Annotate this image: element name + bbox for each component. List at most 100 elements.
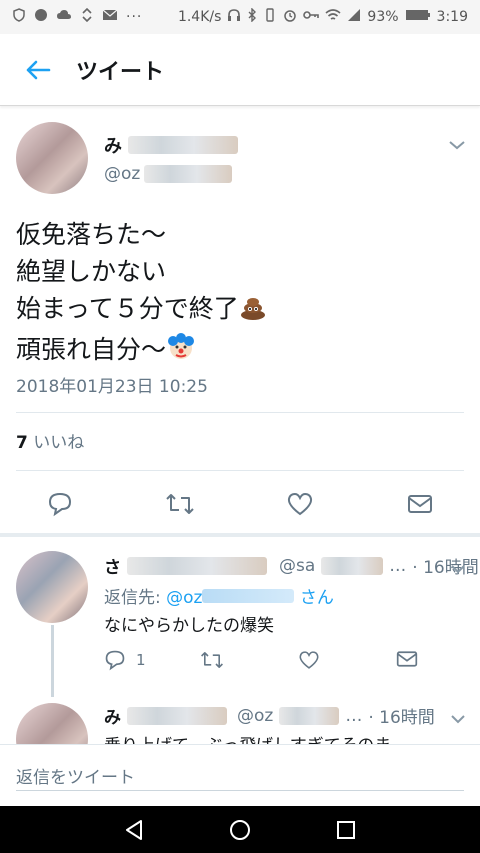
thread-line <box>51 625 54 697</box>
mail-icon <box>102 8 118 26</box>
reply-count: 1 <box>136 651 146 669</box>
retweet-icon <box>166 494 194 514</box>
reply-menu-button[interactable] <box>450 559 466 578</box>
author-handle: @oz <box>104 164 141 184</box>
chevron-down-icon <box>451 715 465 724</box>
redacted-name <box>127 556 267 575</box>
avatar[interactable] <box>16 551 88 623</box>
tweet-menu-button[interactable] <box>448 136 466 155</box>
divider <box>16 470 464 471</box>
cloud-icon <box>56 8 72 26</box>
key-icon <box>303 8 320 26</box>
reply-time: · 16時間 <box>412 558 479 578</box>
messenger-icon <box>34 8 48 26</box>
avatar[interactable] <box>16 122 88 194</box>
chevron-down-icon <box>449 141 465 150</box>
reply-to-suffix: さん <box>299 588 334 608</box>
tweet-line-4: 頑張れ自分〜 <box>16 335 167 364</box>
reply-button[interactable]: 1 <box>104 649 146 671</box>
author-handle-row: @oz <box>104 164 233 184</box>
tweet-timestamp: 2018年01月23日 10:25 <box>16 377 208 397</box>
clown-emoji-icon <box>166 332 196 372</box>
retweet-button[interactable] <box>160 484 200 524</box>
reply-author-handle: @oz <box>237 705 274 726</box>
reply-time: · 16時間 <box>368 708 435 728</box>
nav-home-button[interactable] <box>220 814 260 846</box>
nav-recents-button[interactable] <box>326 814 366 846</box>
circle-home-icon <box>230 820 250 840</box>
vibrate-icon <box>263 8 277 26</box>
battery-icon <box>405 8 431 26</box>
envelope-icon <box>408 495 432 513</box>
wifi-icon <box>325 8 341 26</box>
back-button[interactable] <box>0 34 76 106</box>
reply-header: さ @sa … · 16時間 <box>104 553 479 579</box>
square-recents-icon <box>337 821 355 839</box>
reply-to-label: 返信先: <box>104 588 161 608</box>
headphones-icon <box>227 8 241 26</box>
reply-input[interactable]: 返信をツイート <box>16 761 464 791</box>
status-bar: ··· 1.4K/s 93% 3:19 <box>0 0 480 34</box>
reply-menu-button[interactable] <box>450 709 466 728</box>
shield-icon <box>12 8 26 26</box>
redacted-name <box>127 706 227 725</box>
reply-icon <box>105 650 125 671</box>
reply-button[interactable] <box>40 484 80 524</box>
reply-actions: 1 <box>104 649 444 675</box>
ellipsis: … <box>345 705 363 726</box>
battery-level: 93% <box>367 9 399 25</box>
heart-icon <box>287 492 313 516</box>
retweet-button[interactable] <box>200 649 224 671</box>
notification-icons: ··· <box>12 7 178 26</box>
nav-back-button[interactable] <box>114 814 154 846</box>
like-button[interactable] <box>298 649 320 671</box>
sync-icon <box>80 7 94 26</box>
reply-item[interactable]: み @oz … · 16時間 乗り上げて、ぶっ飛ばしすぎてそのま <box>0 697 480 744</box>
tweet-line-1: 仮免落ちた〜 <box>16 220 167 249</box>
redacted-handle <box>279 706 340 725</box>
redacted-handle <box>144 165 233 183</box>
page-title: ツイート <box>76 59 165 85</box>
share-button[interactable] <box>396 649 418 669</box>
reply-header: み @oz … · 16時間 <box>104 703 435 729</box>
retweet-icon <box>201 652 223 668</box>
reply-text: なにやらかしたの爆笑 <box>104 616 274 636</box>
likes-count[interactable]: 7 いいね <box>16 428 84 453</box>
arrow-left-icon <box>26 60 51 79</box>
more-icon: ··· <box>126 9 143 25</box>
likes-number: 7 <box>16 433 28 453</box>
redacted-handle <box>202 589 295 603</box>
reply-author-name: み <box>104 708 121 728</box>
author-name-row[interactable]: み <box>104 132 238 158</box>
divider <box>16 412 464 413</box>
reply-author-name: さ <box>104 558 121 578</box>
triangle-back-icon <box>126 820 142 840</box>
reply-author-handle: @sa <box>279 555 316 576</box>
redacted-handle <box>321 556 384 575</box>
network-speed: 1.4K/s <box>177 9 222 25</box>
signal-icon <box>347 8 361 26</box>
reply-to: 返信先: @oz さん <box>104 583 334 608</box>
tweet-line-2: 絶望しかない <box>16 257 167 286</box>
envelope-icon <box>396 651 418 667</box>
reply-item[interactable]: さ @sa … · 16時間 返信先: @oz さん なにやらかしたの爆笑 1 <box>0 537 480 697</box>
reply-icon <box>48 492 72 517</box>
poop-emoji-icon <box>239 293 267 331</box>
reply-to-handle[interactable]: @oz <box>166 588 202 608</box>
chevron-down-icon <box>451 565 465 574</box>
reply-text: 乗り上げて、ぶっ飛ばしすぎてそのま <box>104 731 391 744</box>
navigation-bar <box>0 806 480 853</box>
author-name: み <box>104 136 122 157</box>
app-bar: ツイート <box>0 34 480 106</box>
compose-bar: 返信をツイート <box>0 744 480 806</box>
likes-label: いいね <box>33 433 85 453</box>
alarm-icon <box>283 8 297 26</box>
redacted-name <box>128 136 238 154</box>
tweet-line-3: 始まって５分で終了 <box>16 294 239 323</box>
share-button[interactable] <box>400 484 440 524</box>
avatar[interactable] <box>16 703 88 744</box>
like-button[interactable] <box>280 484 320 524</box>
tweet-actions <box>0 484 480 534</box>
clock: 3:19 <box>436 9 468 25</box>
bluetooth-icon <box>247 7 257 26</box>
